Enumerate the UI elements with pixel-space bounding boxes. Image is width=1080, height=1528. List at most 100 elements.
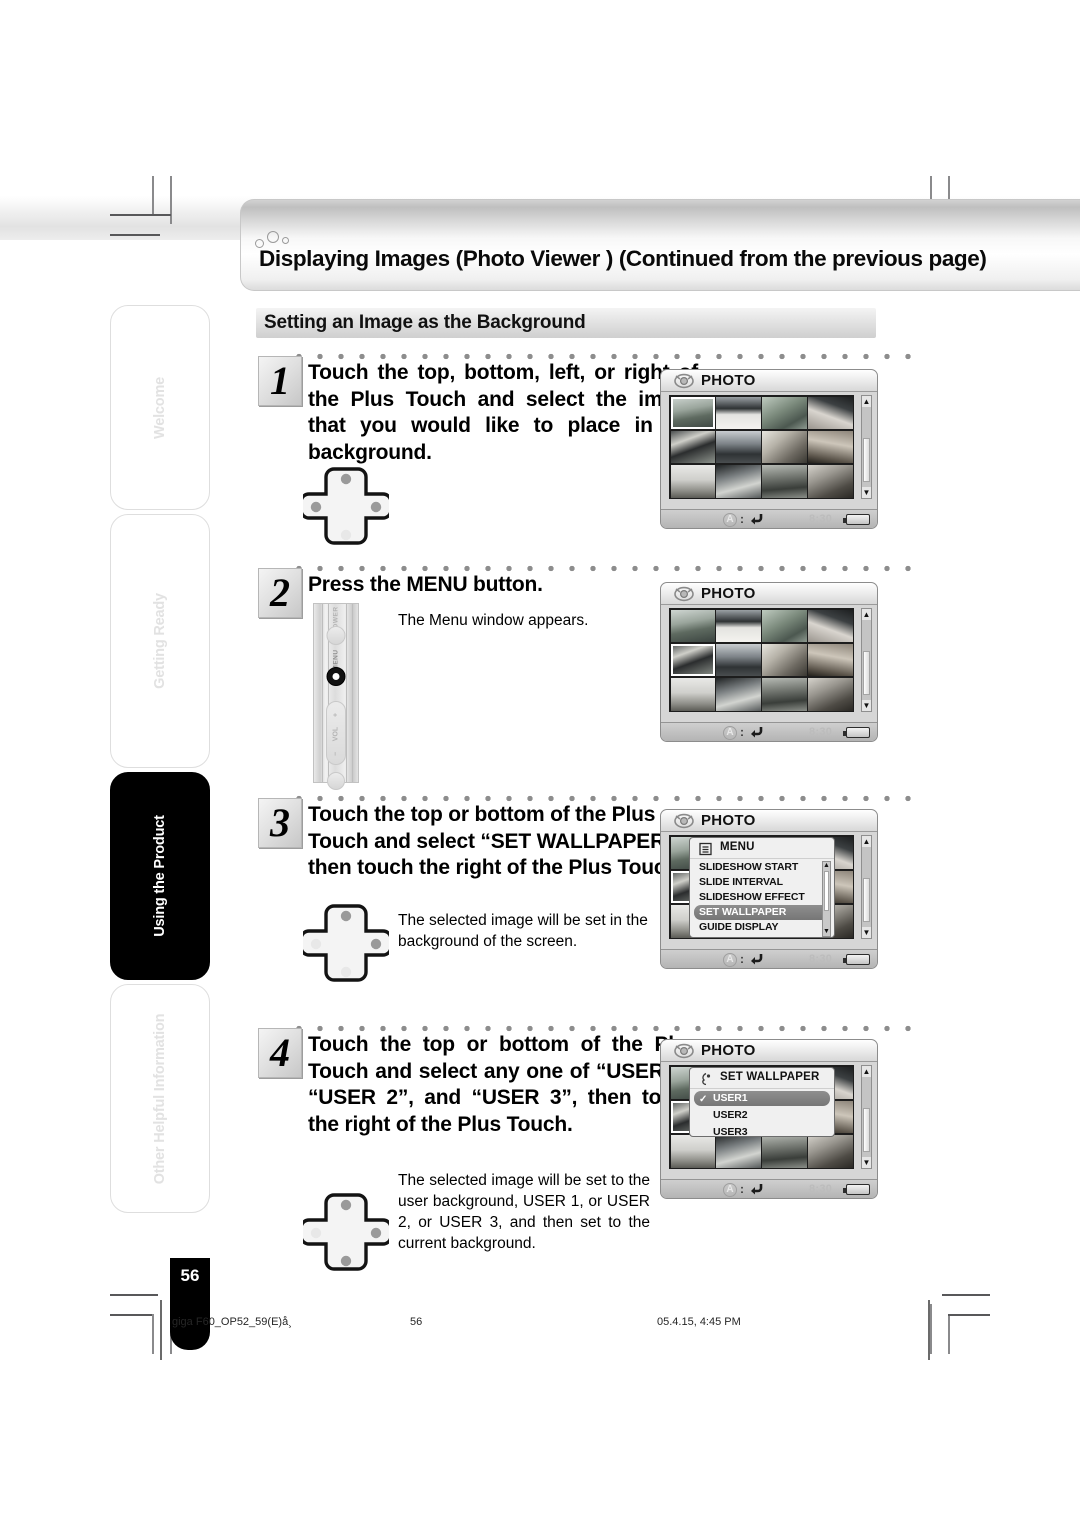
plus-touch-control-3: [303, 903, 389, 985]
scroll-up-icon[interactable]: ▲: [823, 862, 830, 870]
plus-touch-control-4: [303, 1192, 389, 1274]
scrollbar-thumb[interactable]: [863, 1108, 870, 1152]
thumbnail-cell[interactable]: [762, 464, 807, 498]
step-note: The Menu window appears.: [398, 612, 589, 629]
menu-overlay: MENU SLIDESHOW START SLIDE INTERVAL SLID…: [689, 837, 835, 938]
lcd-statusbar: A : 8:30: [661, 949, 877, 968]
lcd-scrollbar[interactable]: ▲ ▼: [861, 395, 872, 499]
mode-indicator: A: [723, 1182, 737, 1197]
menu-item[interactable]: GUIDE DISPLAY: [694, 920, 830, 935]
thumbnail-cell[interactable]: [808, 677, 853, 711]
scroll-down-icon[interactable]: ▼: [862, 1157, 871, 1168]
thumbnail-cell[interactable]: [808, 430, 853, 464]
volume-rocker[interactable]: + VOL −: [326, 701, 346, 765]
sidebar-tab-other-helpful-information[interactable]: Other Helpful Information: [110, 984, 210, 1213]
thumbnail-grid[interactable]: [669, 608, 854, 712]
thumbnail-cell[interactable]: [670, 464, 715, 498]
lcd-scrollbar[interactable]: ▲ ▼: [861, 1065, 872, 1169]
wallpaper-option[interactable]: USER3: [694, 1125, 830, 1140]
lcd-titlebar: PHOTO: [661, 1040, 877, 1062]
lcd-title-text: PHOTO: [701, 585, 756, 602]
scroll-up-icon[interactable]: ▲: [862, 836, 871, 847]
sidebar-tab-label: Welcome: [152, 376, 168, 439]
thumbnail-cell[interactable]: [670, 677, 715, 711]
thumbnail-cell[interactable]: [716, 643, 761, 677]
thumbnail-cell[interactable]: [808, 609, 853, 643]
menu-scrollbar[interactable]: ▲ ▼: [822, 861, 831, 937]
sidebar-tab-label: Getting Ready: [152, 593, 168, 689]
status-separator: :: [740, 512, 744, 526]
scrollbar-thumb[interactable]: [863, 651, 870, 695]
scrollbar-thumb[interactable]: [824, 871, 829, 911]
volume-label: VOL: [332, 726, 340, 742]
menu-list-icon: [699, 842, 712, 856]
status-separator: :: [740, 952, 744, 966]
thumbnail-grid[interactable]: [669, 395, 854, 499]
power-button[interactable]: [326, 626, 346, 645]
sidebar-tab-welcome[interactable]: Welcome: [110, 305, 210, 510]
menu-button[interactable]: [326, 667, 346, 686]
scroll-up-icon[interactable]: ▲: [862, 1066, 871, 1077]
plus-touch-icon: [303, 467, 389, 545]
extra-button[interactable]: [327, 772, 345, 790]
scroll-down-icon[interactable]: ▼: [862, 487, 871, 498]
thumbnail-cell[interactable]: [808, 396, 853, 430]
thumbnail-cell[interactable]: [808, 464, 853, 498]
sidebar-tab-using-the-product[interactable]: Using the Product: [110, 772, 210, 980]
thumbnail-cell[interactable]: [670, 643, 715, 677]
menu-overlay-title: MENU: [720, 841, 755, 853]
thumbnail-cell[interactable]: [762, 430, 807, 464]
scroll-down-icon[interactable]: ▼: [862, 927, 871, 938]
footer-rule-right: [928, 1300, 930, 1360]
mode-indicator: A: [723, 952, 737, 967]
thumbnail-cell[interactable]: [716, 396, 761, 430]
thumbnail-cell[interactable]: [762, 396, 807, 430]
volume-down-label: −: [332, 751, 340, 757]
thumbnail-cell[interactable]: [716, 464, 761, 498]
footer-filename: giga F60_OP52_59(E)å¸: [172, 1316, 292, 1328]
page-title: Displaying Images (Photo Viewer ) (Conti…: [259, 246, 987, 271]
wallpaper-option-selected[interactable]: ✓ USER1: [694, 1091, 830, 1106]
mode-indicator: A: [723, 512, 737, 527]
menu-item[interactable]: SLIDESHOW START: [694, 860, 830, 875]
battery-icon: [843, 514, 870, 525]
lcd-statusbar: A : 8:30: [661, 509, 877, 528]
thumbnail-cell[interactable]: [716, 430, 761, 464]
sidebar-tab-getting-ready[interactable]: Getting Ready: [110, 514, 210, 768]
scroll-down-icon[interactable]: ▼: [823, 928, 830, 936]
status-time: 8:30: [809, 726, 833, 738]
status-time: 8:30: [809, 1183, 833, 1195]
status-time: 8:30: [809, 953, 833, 965]
step-number: 4: [258, 1028, 302, 1078]
scroll-up-icon[interactable]: ▲: [862, 396, 871, 407]
thumbnail-cell[interactable]: [808, 643, 853, 677]
menu-item[interactable]: SLIDESHOW EFFECT: [694, 890, 830, 905]
page-number: 56: [180, 1266, 200, 1285]
mode-indicator: A: [723, 725, 737, 740]
menu-item-selected[interactable]: SET WALLPAPER: [694, 905, 830, 920]
scroll-up-icon[interactable]: ▲: [862, 609, 871, 620]
lcd-scrollbar[interactable]: ▲ ▼: [861, 608, 872, 712]
thumbnail-cell[interactable]: [762, 609, 807, 643]
step-number: 1: [258, 356, 302, 406]
menu-item[interactable]: SLIDE INTERVAL: [694, 875, 830, 890]
thumbnail-cell[interactable]: [670, 609, 715, 643]
thumbnail-cell[interactable]: [762, 677, 807, 711]
photo-mode-icon: [674, 1043, 694, 1059]
lcd-statusbar: A : 8:30: [661, 722, 877, 741]
thumbnail-cell[interactable]: [716, 677, 761, 711]
thumbnail-cell[interactable]: [670, 430, 715, 464]
thumbnail-cell[interactable]: [670, 396, 715, 430]
lcd-scrollbar[interactable]: ▲ ▼: [861, 835, 872, 939]
scroll-down-icon[interactable]: ▼: [862, 700, 871, 711]
thumbnail-cell[interactable]: [716, 609, 761, 643]
scrollbar-thumb[interactable]: [863, 878, 870, 922]
crop-mark-bottom-right: [910, 1290, 990, 1354]
step-instruction: Touch the top or bottom of the Plus Touc…: [308, 803, 684, 879]
scrollbar-thumb[interactable]: [863, 438, 870, 482]
photo-mode-icon: [674, 373, 694, 389]
wallpaper-option[interactable]: USER2: [694, 1108, 830, 1123]
step-note: The selected image will be set in the ba…: [398, 912, 648, 950]
plus-touch-icon: [303, 904, 389, 982]
thumbnail-cell[interactable]: [762, 643, 807, 677]
